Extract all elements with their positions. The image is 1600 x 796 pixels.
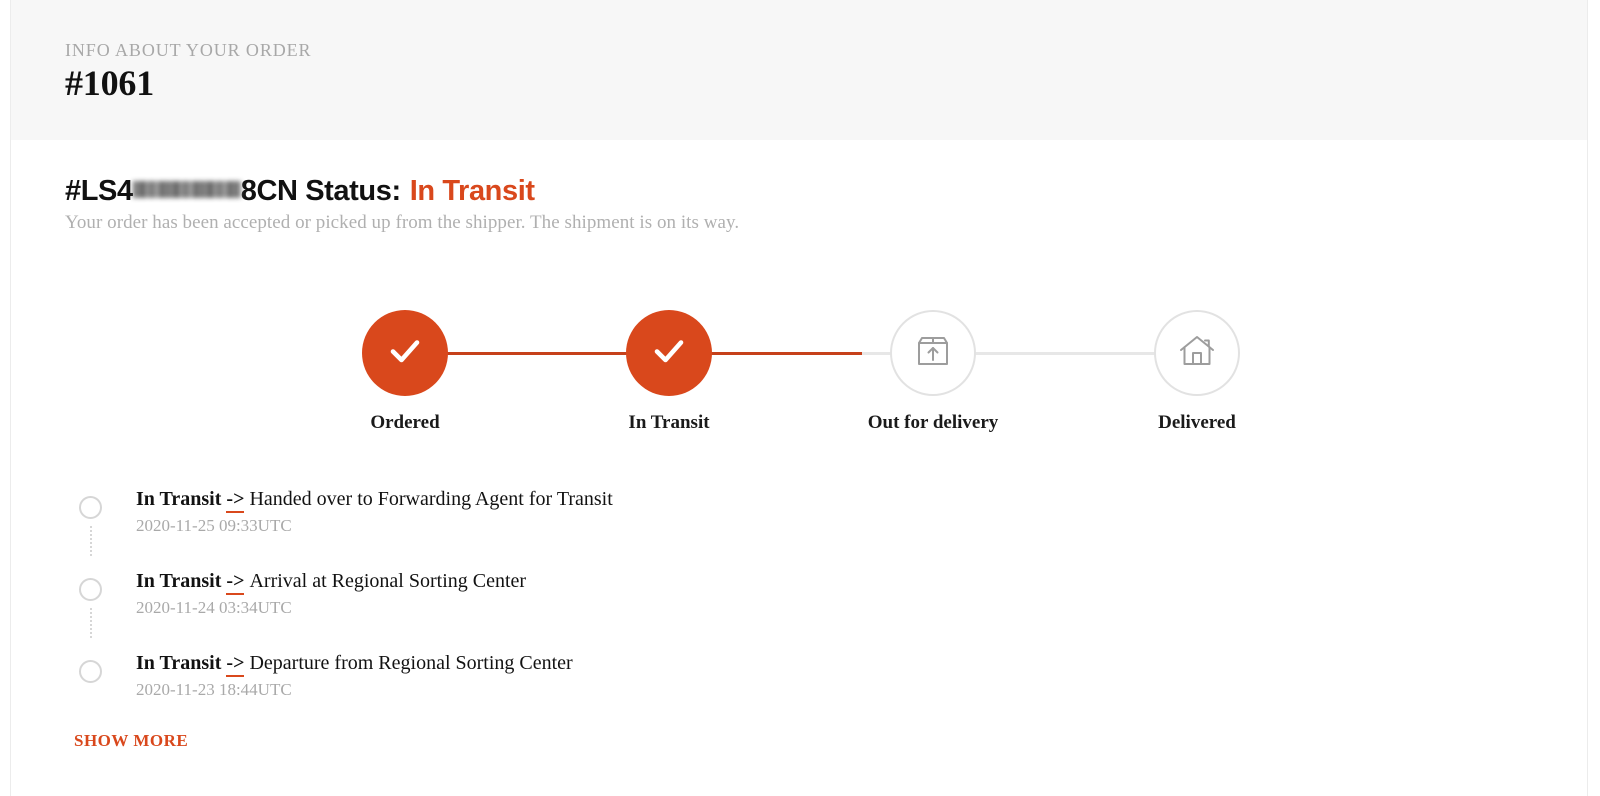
- home-icon: [1176, 330, 1218, 377]
- timeline-connector: [90, 526, 94, 556]
- step-circle-ordered: [362, 310, 448, 396]
- stepper-step-delivered[interactable]: Delivered: [1133, 310, 1261, 434]
- timeline-event-timestamp: 2020-11-25 09:33UTC: [136, 516, 292, 535]
- timeline-connector: [90, 608, 94, 638]
- timeline-event-description: Departure from Regional Sorting Center: [249, 652, 573, 674]
- timeline-event-status: In Transit: [136, 652, 222, 674]
- stepper-step-ordered[interactable]: Ordered: [341, 310, 469, 434]
- timeline-event-arrow: ->: [226, 570, 245, 595]
- timeline-event-timestamp: 2020-11-23 18:44UTC: [136, 680, 292, 699]
- timeline-event-body: In Transit -> Departure from Regional So…: [136, 649, 573, 700]
- step-label-ordered: Ordered: [370, 412, 440, 433]
- check-icon: [647, 329, 691, 378]
- step-circle-in-transit: [626, 310, 712, 396]
- timeline-event-arrow: ->: [226, 652, 245, 677]
- timeline-marker-icon: [79, 660, 102, 683]
- step-circle-delivered: [1154, 310, 1240, 396]
- tracking-number-prefix: #LS4: [65, 175, 133, 207]
- timeline-event-status: In Transit: [136, 570, 222, 592]
- status-description: Your order has been accepted or picked u…: [65, 212, 740, 234]
- timeline-event-body: In Transit -> Handed over to Forwarding …: [136, 485, 613, 536]
- timeline-event: In Transit -> Departure from Regional So…: [73, 646, 1547, 706]
- timeline-marker-icon: [79, 496, 102, 519]
- timeline-event-status: In Transit: [136, 488, 222, 510]
- step-label-delivered: Delivered: [1158, 412, 1236, 433]
- order-header-eyebrow: INFO ABOUT YOUR ORDER: [65, 40, 312, 60]
- timeline-marker-icon: [79, 578, 102, 601]
- stepper-step-out-for-delivery[interactable]: Out for delivery: [867, 310, 999, 434]
- order-tracking-page: INFO ABOUT YOUR ORDER #1061 #LS4 8CN Stat…: [10, 0, 1588, 796]
- stepper-steps: Ordered In Transit Out for delivery Deli…: [341, 310, 1261, 434]
- status-value: In Transit: [409, 175, 535, 207]
- timeline-event-title: In Transit -> Departure from Regional So…: [136, 649, 573, 677]
- timeline-event-body: In Transit -> Arrival at Regional Sortin…: [136, 567, 526, 618]
- timeline-event-description: Handed over to Forwarding Agent for Tran…: [249, 488, 613, 510]
- shipment-progress-stepper: Ordered In Transit Out for delivery Deli…: [341, 310, 1261, 440]
- step-label-in-transit: In Transit: [628, 412, 710, 433]
- timeline-event-timestamp: 2020-11-24 03:34UTC: [136, 598, 292, 617]
- status-label: Status:: [305, 175, 401, 207]
- tracking-status-heading: #LS4 8CN Status: In Transit: [65, 175, 1547, 207]
- check-icon: [383, 329, 427, 378]
- step-label-out-for-delivery: Out for delivery: [867, 412, 999, 433]
- tracking-timeline: In Transit -> Handed over to Forwarding …: [73, 482, 1547, 706]
- tracking-number-suffix: 8CN: [240, 175, 298, 207]
- tracking-number-redacted: [132, 181, 241, 198]
- timeline-event-title: In Transit -> Arrival at Regional Sortin…: [136, 567, 526, 595]
- package-upload-icon: [912, 330, 954, 377]
- timeline-event-arrow: ->: [226, 488, 245, 513]
- order-number: #1061: [65, 63, 155, 103]
- timeline-event: In Transit -> Handed over to Forwarding …: [73, 482, 1547, 564]
- timeline-event-description: Arrival at Regional Sorting Center: [249, 570, 527, 592]
- step-circle-out-for-delivery: [890, 310, 976, 396]
- shipment-status-block: #LS4 8CN Status: In Transit Your order has…: [65, 176, 1547, 234]
- order-header: INFO ABOUT YOUR ORDER #1061: [11, 0, 1587, 140]
- timeline-event: In Transit -> Arrival at Regional Sortin…: [73, 564, 1547, 646]
- stepper-step-in-transit[interactable]: In Transit: [605, 310, 733, 434]
- timeline-event-title: In Transit -> Handed over to Forwarding …: [136, 485, 613, 513]
- show-more-button[interactable]: SHOW MORE: [74, 731, 188, 751]
